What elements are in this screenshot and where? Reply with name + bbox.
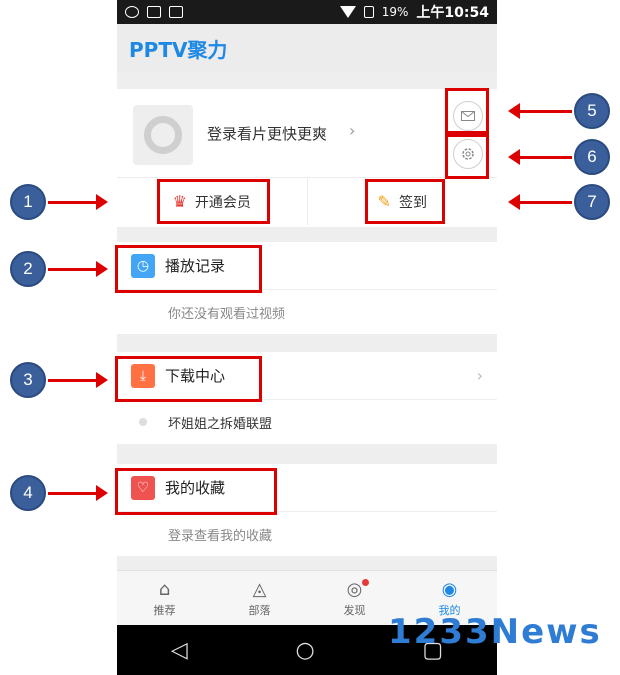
history-empty-text: 你还没有观看过视频 xyxy=(168,306,286,322)
annotation-box-history xyxy=(115,245,262,293)
nav-label: 推荐 xyxy=(153,603,176,617)
notification-dot xyxy=(362,579,369,586)
arrow-7 xyxy=(520,201,572,204)
chevron-right-icon: › xyxy=(349,121,356,140)
avatar-placeholder-icon xyxy=(144,116,182,154)
arrow-4 xyxy=(48,492,96,495)
annotated-screenshot: 19% 上午10:54 PPTV聚力 登录看片更快更爽 › ♛ 开通会员 ✎ 签… xyxy=(0,0,620,675)
back-icon[interactable]: ◁ xyxy=(171,638,188,663)
arrow-4-head xyxy=(96,485,108,501)
arrow-5-head xyxy=(508,103,520,119)
arrow-1-head xyxy=(96,194,108,210)
nav-tribe[interactable]: ◬ 部落 xyxy=(212,571,307,625)
app-notification-icon xyxy=(169,6,183,18)
arrow-2 xyxy=(48,268,96,271)
arrow-6-head xyxy=(508,149,520,165)
favorites-login-text: 登录查看我的收藏 xyxy=(168,528,273,544)
annotation-box-favorites xyxy=(115,468,277,515)
arrow-5 xyxy=(520,110,572,113)
annotation-box-settings xyxy=(445,134,489,179)
annotation-box-download xyxy=(115,356,262,402)
marker-1: 1 xyxy=(10,184,46,220)
home-circle-icon[interactable]: ○ xyxy=(295,638,314,663)
nav-recommend[interactable]: ⌂ 推荐 xyxy=(117,571,212,625)
wifi-icon xyxy=(339,6,356,18)
arrow-7-head xyxy=(508,194,520,210)
minus-circle-icon xyxy=(125,6,139,18)
nav-label: 部落 xyxy=(248,603,271,617)
marker-7: 7 xyxy=(574,184,610,220)
avatar[interactable] xyxy=(133,105,193,165)
marker-3: 3 xyxy=(10,362,46,398)
arrow-3-head xyxy=(96,372,108,388)
battery-level: 19% xyxy=(381,5,409,19)
tribe-icon: ◬ xyxy=(252,578,267,600)
download-item-title: 坏姐姐之拆婚联盟 xyxy=(168,416,273,432)
arrow-2-head xyxy=(96,261,108,277)
marker-5: 5 xyxy=(574,93,610,129)
arrow-6 xyxy=(520,156,572,159)
chevron-right-icon: › xyxy=(476,366,483,385)
marker-2: 2 xyxy=(10,251,46,287)
clock: 上午10:54 xyxy=(416,5,489,21)
arrow-1 xyxy=(48,201,96,204)
no-signal-icon xyxy=(363,6,374,18)
image-icon xyxy=(147,6,161,18)
home-icon: ⌂ xyxy=(158,578,171,600)
discover-icon: ◎ xyxy=(346,578,363,600)
annotation-box-vip xyxy=(157,179,270,224)
marker-4: 4 xyxy=(10,475,46,511)
app-header: PPTV聚力 xyxy=(117,24,497,72)
download-item[interactable]: 坏姐姐之拆婚联盟 xyxy=(117,400,497,444)
nav-label: 发现 xyxy=(343,603,366,617)
marker-6: 6 xyxy=(574,139,610,175)
timeline-dot-icon xyxy=(139,418,147,426)
phone-screen: 19% 上午10:54 PPTV聚力 登录看片更快更爽 › ♛ 开通会员 ✎ 签… xyxy=(117,0,497,675)
status-bar: 19% 上午10:54 xyxy=(117,0,497,24)
user-icon: ◉ xyxy=(441,578,458,600)
watermark: 1233News xyxy=(388,612,602,652)
arrow-3 xyxy=(48,379,96,382)
annotation-box-message xyxy=(445,88,489,134)
annotation-box-sign-in xyxy=(365,179,445,224)
login-prompt[interactable]: 登录看片更快更爽 xyxy=(207,123,327,144)
pptv-logo: PPTV聚力 xyxy=(129,37,228,62)
